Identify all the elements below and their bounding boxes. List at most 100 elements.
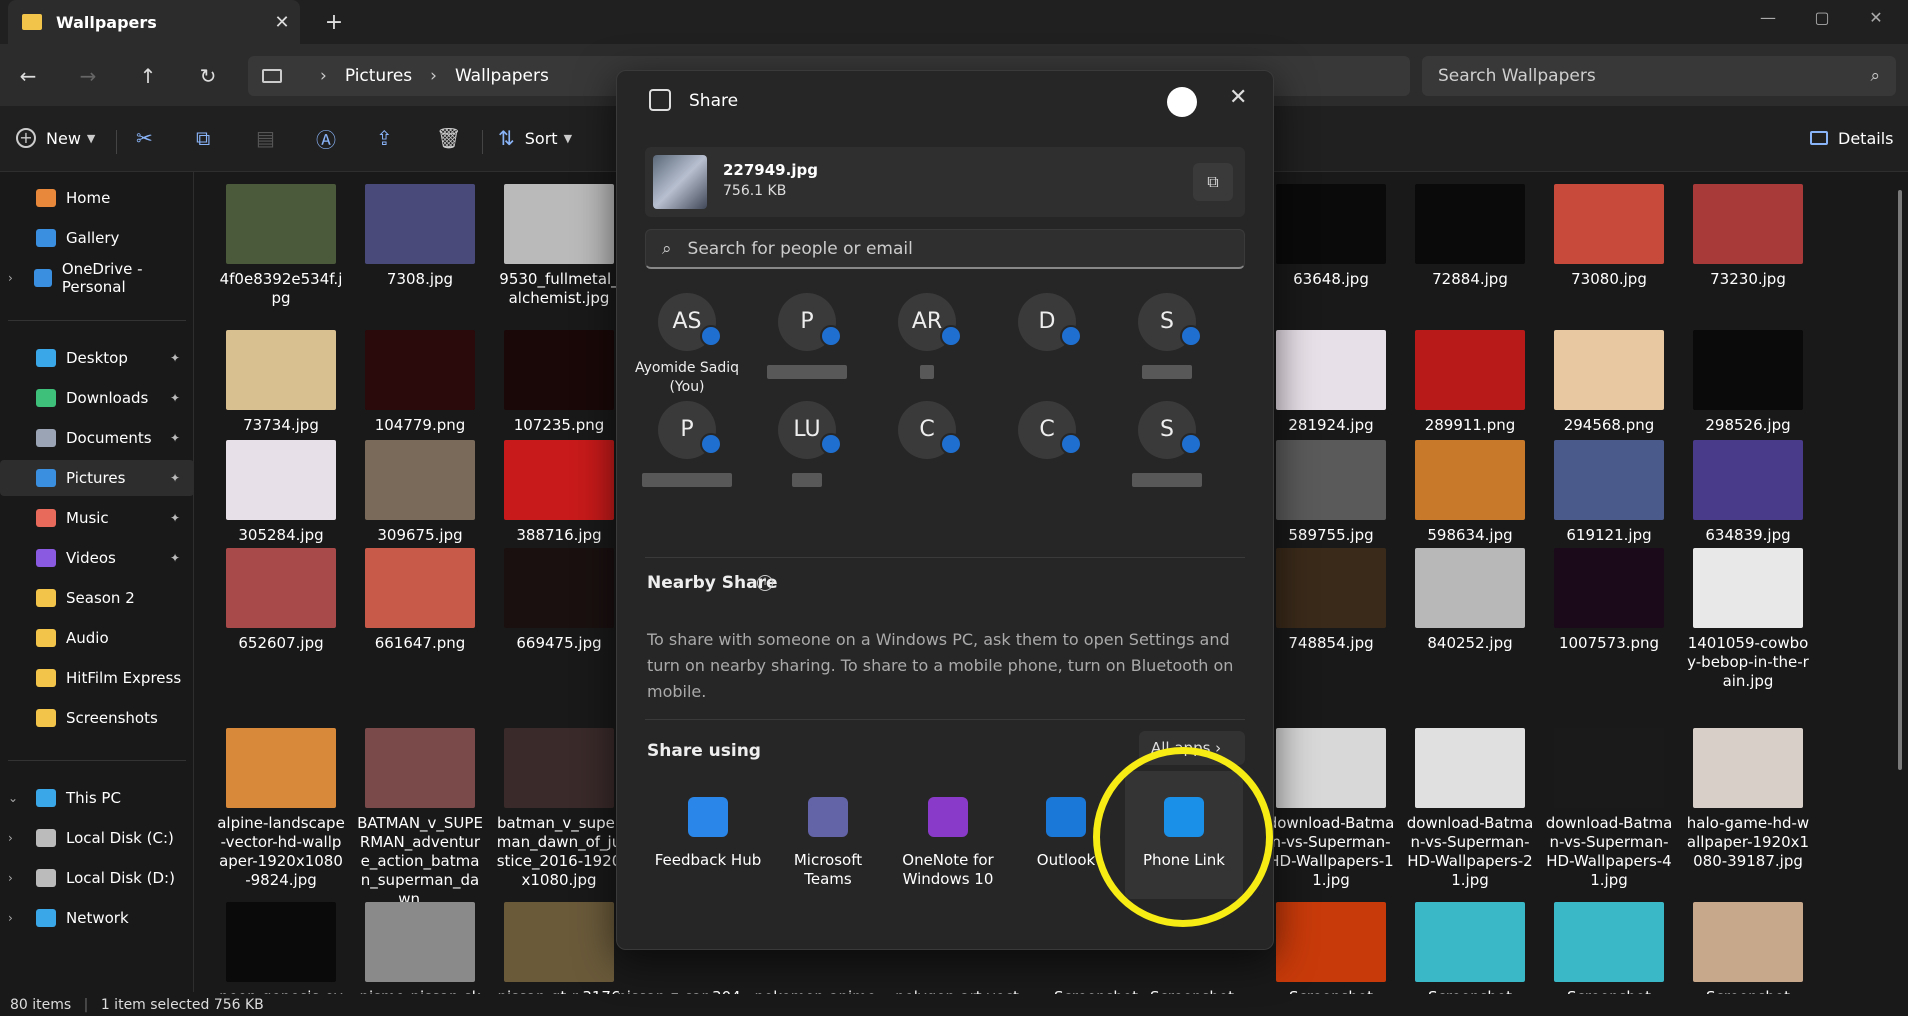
sidebar-item-home[interactable]: Home	[0, 180, 194, 216]
file-item[interactable]: download-Batman-vs-Superman-HD-Wallpaper…	[1545, 728, 1673, 890]
file-item[interactable]: 281924.jpg	[1267, 330, 1395, 435]
file-item[interactable]: 289911.png	[1406, 330, 1534, 435]
file-item[interactable]: 104779.png	[356, 330, 484, 435]
paste-button[interactable]: ▤	[256, 120, 275, 156]
sidebar-item-gallery[interactable]: Gallery	[0, 220, 194, 256]
contact-item[interactable]: S	[1107, 401, 1227, 491]
file-item[interactable]: batman_v_superman_dawn_of_justice_2016-1…	[495, 728, 623, 890]
new-tab-button[interactable]: +	[316, 8, 352, 38]
sidebar-item-desktop[interactable]: Desktop ✦	[0, 340, 194, 376]
cut-button[interactable]: ✂	[136, 120, 153, 156]
refresh-button[interactable]: ↻	[190, 58, 226, 94]
sidebar-item-onedrive-personal[interactable]: › OneDrive - Personal	[0, 260, 194, 296]
forward-button[interactable]: →	[70, 58, 106, 94]
share-app-microsoft-teams[interactable]: Microsoft Teams	[769, 771, 887, 899]
close-window-button[interactable]: ✕	[1846, 0, 1906, 36]
file-item[interactable]: 7308.jpg	[356, 184, 484, 289]
sort-button[interactable]: ⇅ Sort ▼	[498, 120, 572, 156]
file-item[interactable]: 73230.jpg	[1684, 184, 1812, 289]
sidebar-item-local-disk-c[interactable]: › Local Disk (C:)	[0, 820, 194, 856]
contact-item[interactable]: AR	[867, 293, 987, 383]
copy-file-button[interactable]: ⧉	[1193, 163, 1233, 201]
close-share-button[interactable]: ✕	[1229, 85, 1247, 110]
back-button[interactable]: ←	[10, 58, 46, 94]
file-item[interactable]: 73080.jpg	[1545, 184, 1673, 289]
account-avatar-icon[interactable]	[1167, 87, 1197, 117]
file-item[interactable]: 294568.png	[1545, 330, 1673, 435]
info-icon[interactable]: i	[757, 575, 773, 591]
share-button[interactable]: ⇪	[376, 120, 393, 156]
file-item[interactable]: 1401059-cowboy-bebop-in-the-rain.jpg	[1684, 548, 1812, 691]
file-item[interactable]: nissan-gt-r-3176	[495, 902, 623, 994]
tab-wallpapers[interactable]: Wallpapers ✕	[8, 0, 300, 44]
minimize-button[interactable]: —	[1738, 0, 1798, 36]
file-item[interactable]: 309675.jpg	[356, 440, 484, 545]
breadcrumb-pictures[interactable]: Pictures	[345, 66, 412, 86]
maximize-button[interactable]: ▢	[1792, 0, 1852, 36]
file-item[interactable]: 598634.jpg	[1406, 440, 1534, 545]
contact-item[interactable]: LU	[747, 401, 867, 491]
sidebar-item-documents[interactable]: Documents ✦	[0, 420, 194, 456]
expand-chevron-icon[interactable]: ⌄	[8, 791, 24, 805]
sidebar-item-videos[interactable]: Videos ✦	[0, 540, 194, 576]
share-app-onenote-for-windows-10[interactable]: OneNote for Windows 10	[889, 771, 1007, 899]
file-item[interactable]: 589755.jpg	[1267, 440, 1395, 545]
file-item[interactable]: BATMAN_v_SUPERMAN_adventure_action_batma…	[356, 728, 484, 909]
breadcrumb-wallpapers[interactable]: Wallpapers	[455, 66, 549, 86]
file-item[interactable]: Screenshot	[1545, 902, 1673, 994]
people-search-input[interactable]: ⌕ Search for people or email	[645, 229, 1245, 269]
vertical-scrollbar[interactable]	[1896, 172, 1904, 972]
tab-close-button[interactable]: ✕	[264, 12, 300, 33]
contact-item[interactable]: AS Ayomide Sadiq (You)	[627, 293, 747, 397]
copy-button[interactable]: ⧉	[196, 120, 210, 156]
file-item[interactable]: 305284.jpg	[217, 440, 345, 545]
file-item[interactable]: 661647.png	[356, 548, 484, 653]
file-item[interactable]: nismo-nissan-skyl	[356, 902, 484, 994]
file-item[interactable]: 9530_fullmetal_alchemist.jpg	[495, 184, 623, 308]
new-button[interactable]: + New ▼	[16, 120, 95, 156]
file-item[interactable]: alpine-landscape-vector-hd-wallpaper-192…	[217, 728, 345, 890]
file-item[interactable]: 63648.jpg	[1267, 184, 1395, 289]
sidebar-item-audio[interactable]: Audio	[0, 620, 194, 656]
contact-item[interactable]: C	[867, 401, 987, 459]
file-item[interactable]: Screenshot	[1267, 902, 1395, 994]
rename-button[interactable]: Ⓐ	[316, 120, 336, 156]
file-item[interactable]: neon-genesis-ev	[217, 902, 345, 994]
file-item[interactable]: Screenshot	[1406, 902, 1534, 994]
file-item[interactable]: 652607.jpg	[217, 548, 345, 653]
scrollbar-thumb[interactable]	[1898, 190, 1902, 770]
file-item[interactable]: download-Batman-vs-Superman-HD-Wallpaper…	[1267, 728, 1395, 890]
contact-item[interactable]: S	[1107, 293, 1227, 383]
contact-item[interactable]: C	[987, 401, 1107, 459]
file-item[interactable]: 72884.jpg	[1406, 184, 1534, 289]
file-item[interactable]: 107235.png	[495, 330, 623, 435]
file-item[interactable]: 634839.jpg	[1684, 440, 1812, 545]
contact-item[interactable]: D	[987, 293, 1107, 351]
file-item[interactable]: 388716.jpg	[495, 440, 623, 545]
expand-chevron-icon[interactable]: ›	[8, 831, 24, 845]
sidebar-item-hitfilm-express[interactable]: HitFilm Express	[0, 660, 194, 696]
file-item[interactable]: download-Batman-vs-Superman-HD-Wallpaper…	[1406, 728, 1534, 890]
sidebar-item-local-disk-d[interactable]: › Local Disk (D:)	[0, 860, 194, 896]
file-item[interactable]: 298526.jpg	[1684, 330, 1812, 435]
details-button[interactable]: Details	[1810, 120, 1893, 156]
sidebar-item-downloads[interactable]: Downloads ✦	[0, 380, 194, 416]
delete-button[interactable]: 🗑	[436, 120, 461, 156]
sidebar-item-season-2[interactable]: Season 2	[0, 580, 194, 616]
file-item[interactable]: halo-game-hd-wallpaper-1920x1080-39187.j…	[1684, 728, 1812, 871]
up-button[interactable]: ↑	[130, 58, 166, 94]
file-item[interactable]: Screenshot	[1684, 902, 1812, 994]
sidebar-item-this-pc[interactable]: ⌄ This PC	[0, 780, 194, 816]
file-item[interactable]: 73734.jpg	[217, 330, 345, 435]
share-app-feedback-hub[interactable]: Feedback Hub	[649, 771, 767, 899]
file-item[interactable]: 1007573.png	[1545, 548, 1673, 653]
search-box[interactable]: Search Wallpapers ⌕	[1422, 56, 1896, 96]
contact-item[interactable]: P	[627, 401, 747, 491]
sidebar-item-music[interactable]: Music ✦	[0, 500, 194, 536]
sidebar-item-network[interactable]: › Network	[0, 900, 194, 936]
sidebar-item-screenshots[interactable]: Screenshots	[0, 700, 194, 736]
expand-chevron-icon[interactable]: ›	[8, 871, 24, 885]
expand-chevron-icon[interactable]: ›	[8, 271, 22, 285]
expand-chevron-icon[interactable]: ›	[8, 911, 24, 925]
sidebar-item-pictures[interactable]: Pictures ✦	[0, 460, 194, 496]
